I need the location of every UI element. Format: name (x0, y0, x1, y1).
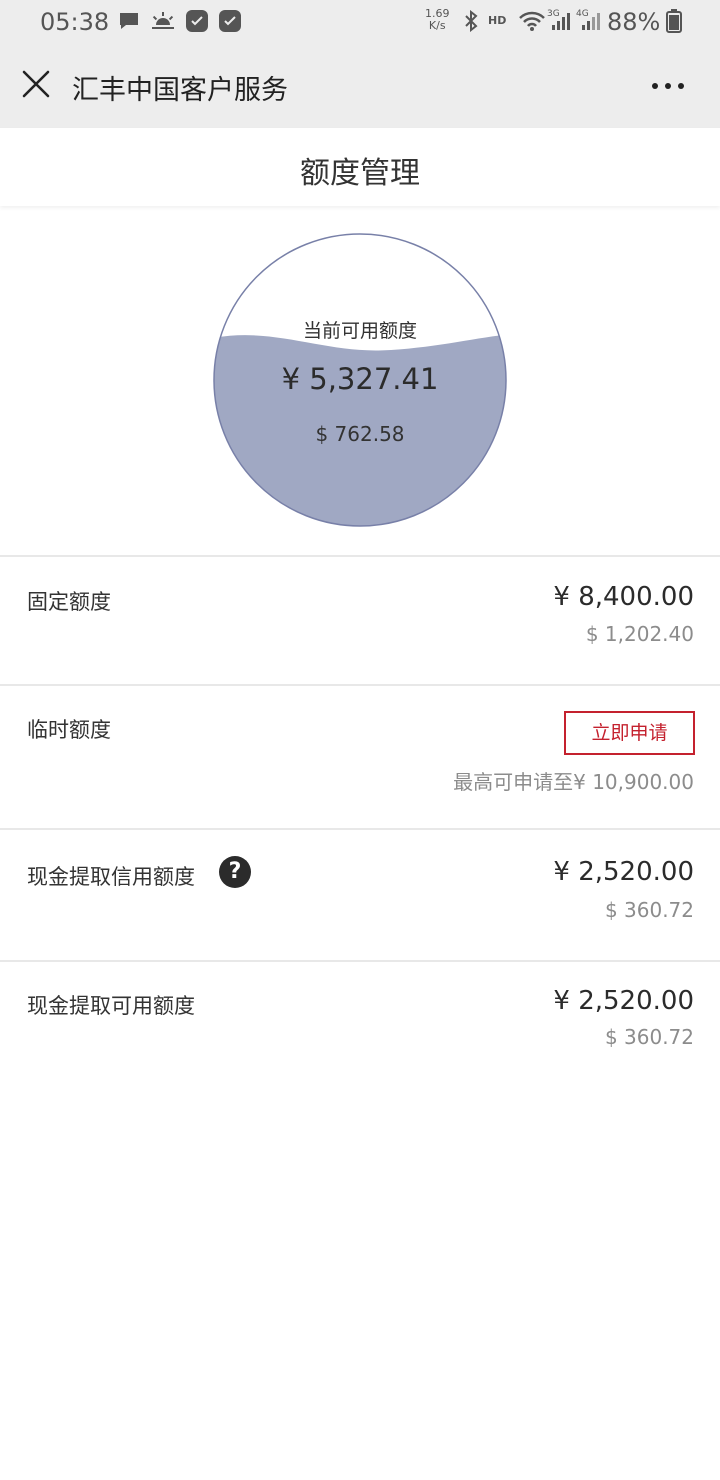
divider (0, 828, 720, 830)
app-title: 汇丰中国客户服务 (72, 75, 288, 106)
close-icon[interactable] (20, 68, 52, 100)
page-title: 额度管理 (300, 156, 420, 191)
cash-available-limit-cny: ¥ 2,520.00 (553, 986, 694, 1016)
app-badge-icon (186, 10, 208, 32)
wifi-icon (519, 11, 545, 31)
fixed-limit-label: 固定额度 (27, 590, 111, 614)
bluetooth-icon (465, 10, 478, 32)
signal-icon (582, 13, 600, 30)
status-time: 05:38 (40, 8, 110, 36)
network-speed: 1.69 K/s (425, 8, 450, 32)
divider (0, 684, 720, 686)
more-icon[interactable] (648, 74, 688, 98)
temporary-limit-max-note: 最高可申请至¥ 10,900.00 (453, 770, 694, 794)
cash-credit-limit-cny: ¥ 2,520.00 (553, 857, 694, 887)
cash-available-limit-usd: $ 360.72 (604, 1025, 694, 1049)
apply-now-button[interactable]: 立即申请 (564, 711, 695, 755)
signal-icon (552, 13, 570, 30)
fixed-limit-usd: $ 1,202.40 (585, 622, 694, 646)
cash-credit-limit-usd: $ 360.72 (604, 898, 694, 922)
fixed-limit-cny: ¥ 8,400.00 (553, 582, 694, 612)
divider (0, 960, 720, 962)
gauge-label: 当前可用额度 (302, 320, 417, 342)
battery-icon (666, 9, 682, 33)
message-icon (120, 13, 138, 29)
hd-indicator: HD (488, 14, 507, 27)
weather-icon (152, 12, 174, 29)
title-bar: 汇丰中国客户服务 (0, 44, 720, 128)
gauge-amount-usd: $ 762.58 (315, 422, 405, 446)
cash-credit-limit-label: 现金提取信用额度 (27, 865, 195, 889)
page-header: 额度管理 (0, 128, 720, 206)
status-bar: 05:38 1.69 K/s HD 3G 4G 88% (0, 0, 720, 44)
divider (0, 555, 720, 557)
network-speed-unit: K/s (428, 19, 446, 32)
temporary-limit-label: 临时额度 (27, 718, 111, 742)
gauge-amount-cny: ¥ 5,327.41 (281, 362, 439, 396)
battery-level: 88% (607, 8, 661, 36)
app-badge-icon (219, 10, 241, 32)
cash-available-limit-label: 现金提取可用额度 (27, 994, 195, 1018)
help-icon[interactable]: ? (219, 856, 251, 888)
